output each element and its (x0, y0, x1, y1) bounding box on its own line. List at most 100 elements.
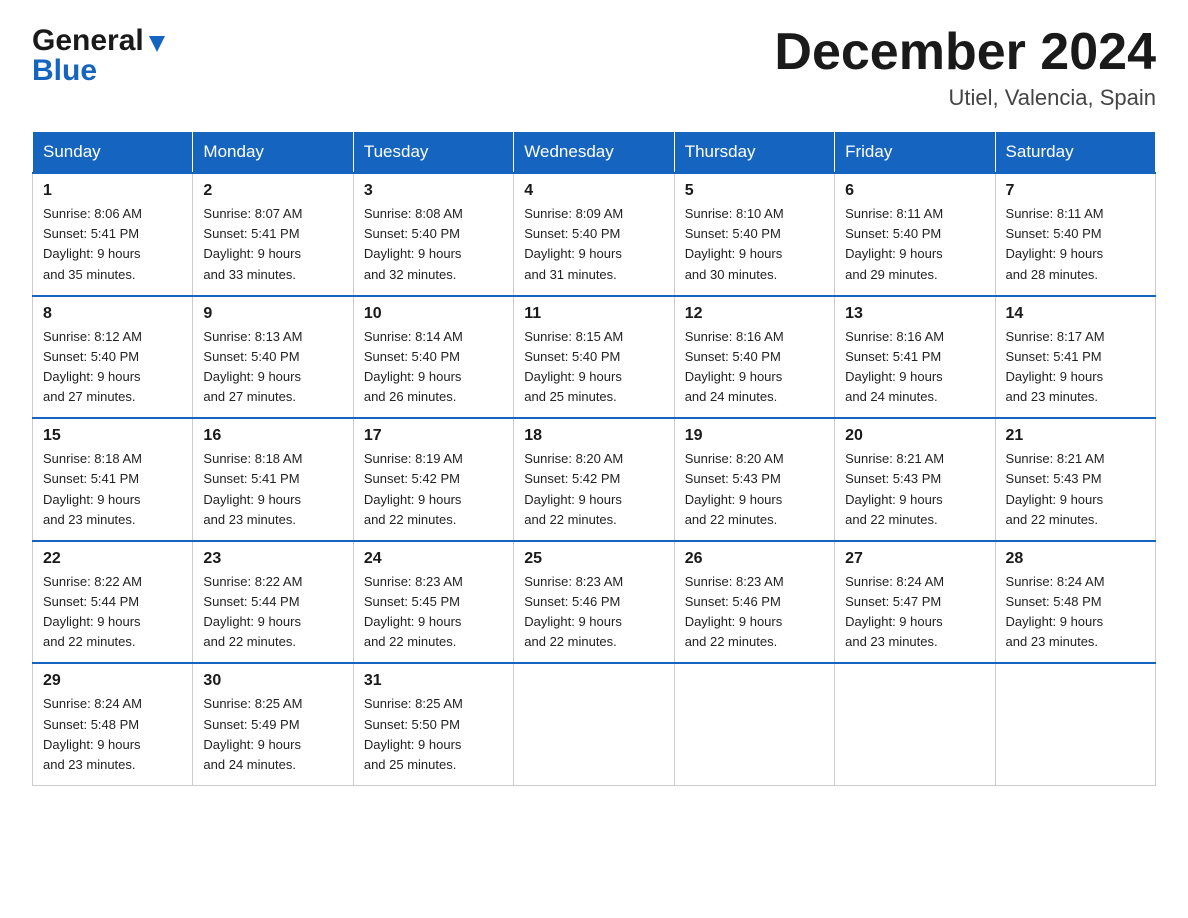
day-info: Sunrise: 8:10 AM Sunset: 5:40 PM Dayligh… (685, 204, 824, 285)
day-number: 22 (43, 550, 182, 568)
col-header-monday: Monday (193, 132, 353, 174)
day-number: 17 (364, 427, 503, 445)
day-cell-14: 14 Sunrise: 8:17 AM Sunset: 5:41 PM Dayl… (995, 296, 1155, 419)
day-info: Sunrise: 8:21 AM Sunset: 5:43 PM Dayligh… (1006, 449, 1145, 530)
day-number: 20 (845, 427, 984, 445)
day-cell-11: 11 Sunrise: 8:15 AM Sunset: 5:40 PM Dayl… (514, 296, 674, 419)
day-info: Sunrise: 8:19 AM Sunset: 5:42 PM Dayligh… (364, 449, 503, 530)
day-info: Sunrise: 8:11 AM Sunset: 5:40 PM Dayligh… (845, 204, 984, 285)
day-info: Sunrise: 8:23 AM Sunset: 5:45 PM Dayligh… (364, 572, 503, 653)
day-number: 11 (524, 305, 663, 323)
logo: General Blue (32, 24, 168, 88)
day-info: Sunrise: 8:23 AM Sunset: 5:46 PM Dayligh… (685, 572, 824, 653)
day-cell-3: 3 Sunrise: 8:08 AM Sunset: 5:40 PM Dayli… (353, 173, 513, 296)
day-cell-5: 5 Sunrise: 8:10 AM Sunset: 5:40 PM Dayli… (674, 173, 834, 296)
day-number: 19 (685, 427, 824, 445)
day-info: Sunrise: 8:18 AM Sunset: 5:41 PM Dayligh… (203, 449, 342, 530)
day-info: Sunrise: 8:13 AM Sunset: 5:40 PM Dayligh… (203, 327, 342, 408)
day-info: Sunrise: 8:24 AM Sunset: 5:48 PM Dayligh… (43, 694, 182, 775)
day-info: Sunrise: 8:25 AM Sunset: 5:50 PM Dayligh… (364, 694, 503, 775)
week-row-5: 29 Sunrise: 8:24 AM Sunset: 5:48 PM Dayl… (33, 663, 1156, 785)
day-cell-10: 10 Sunrise: 8:14 AM Sunset: 5:40 PM Dayl… (353, 296, 513, 419)
empty-cell (514, 663, 674, 785)
day-cell-9: 9 Sunrise: 8:13 AM Sunset: 5:40 PM Dayli… (193, 296, 353, 419)
col-header-tuesday: Tuesday (353, 132, 513, 174)
day-number: 4 (524, 182, 663, 200)
day-number: 12 (685, 305, 824, 323)
empty-cell (995, 663, 1155, 785)
day-cell-4: 4 Sunrise: 8:09 AM Sunset: 5:40 PM Dayli… (514, 173, 674, 296)
day-info: Sunrise: 8:12 AM Sunset: 5:40 PM Dayligh… (43, 327, 182, 408)
empty-cell (835, 663, 995, 785)
day-info: Sunrise: 8:07 AM Sunset: 5:41 PM Dayligh… (203, 204, 342, 285)
page-header: General Blue December 2024 Utiel, Valenc… (32, 24, 1156, 111)
day-cell-26: 26 Sunrise: 8:23 AM Sunset: 5:46 PM Dayl… (674, 541, 834, 664)
day-info: Sunrise: 8:24 AM Sunset: 5:48 PM Dayligh… (1006, 572, 1145, 653)
day-cell-24: 24 Sunrise: 8:23 AM Sunset: 5:45 PM Dayl… (353, 541, 513, 664)
day-info: Sunrise: 8:20 AM Sunset: 5:43 PM Dayligh… (685, 449, 824, 530)
week-row-3: 15 Sunrise: 8:18 AM Sunset: 5:41 PM Dayl… (33, 418, 1156, 541)
day-number: 8 (43, 305, 182, 323)
day-number: 21 (1006, 427, 1145, 445)
day-cell-18: 18 Sunrise: 8:20 AM Sunset: 5:42 PM Dayl… (514, 418, 674, 541)
day-info: Sunrise: 8:17 AM Sunset: 5:41 PM Dayligh… (1006, 327, 1145, 408)
day-cell-1: 1 Sunrise: 8:06 AM Sunset: 5:41 PM Dayli… (33, 173, 193, 296)
day-number: 9 (203, 305, 342, 323)
day-cell-23: 23 Sunrise: 8:22 AM Sunset: 5:44 PM Dayl… (193, 541, 353, 664)
day-number: 7 (1006, 182, 1145, 200)
day-number: 2 (203, 182, 342, 200)
week-row-2: 8 Sunrise: 8:12 AM Sunset: 5:40 PM Dayli… (33, 296, 1156, 419)
day-info: Sunrise: 8:11 AM Sunset: 5:40 PM Dayligh… (1006, 204, 1145, 285)
day-number: 5 (685, 182, 824, 200)
day-info: Sunrise: 8:23 AM Sunset: 5:46 PM Dayligh… (524, 572, 663, 653)
day-number: 28 (1006, 550, 1145, 568)
day-cell-21: 21 Sunrise: 8:21 AM Sunset: 5:43 PM Dayl… (995, 418, 1155, 541)
day-cell-25: 25 Sunrise: 8:23 AM Sunset: 5:46 PM Dayl… (514, 541, 674, 664)
day-number: 3 (364, 182, 503, 200)
day-info: Sunrise: 8:09 AM Sunset: 5:40 PM Dayligh… (524, 204, 663, 285)
day-cell-7: 7 Sunrise: 8:11 AM Sunset: 5:40 PM Dayli… (995, 173, 1155, 296)
day-cell-16: 16 Sunrise: 8:18 AM Sunset: 5:41 PM Dayl… (193, 418, 353, 541)
day-cell-12: 12 Sunrise: 8:16 AM Sunset: 5:40 PM Dayl… (674, 296, 834, 419)
day-number: 10 (364, 305, 503, 323)
day-info: Sunrise: 8:21 AM Sunset: 5:43 PM Dayligh… (845, 449, 984, 530)
day-number: 6 (845, 182, 984, 200)
day-info: Sunrise: 8:16 AM Sunset: 5:40 PM Dayligh… (685, 327, 824, 408)
day-cell-27: 27 Sunrise: 8:24 AM Sunset: 5:47 PM Dayl… (835, 541, 995, 664)
day-cell-15: 15 Sunrise: 8:18 AM Sunset: 5:41 PM Dayl… (33, 418, 193, 541)
day-cell-28: 28 Sunrise: 8:24 AM Sunset: 5:48 PM Dayl… (995, 541, 1155, 664)
day-info: Sunrise: 8:20 AM Sunset: 5:42 PM Dayligh… (524, 449, 663, 530)
day-cell-8: 8 Sunrise: 8:12 AM Sunset: 5:40 PM Dayli… (33, 296, 193, 419)
day-number: 30 (203, 672, 342, 690)
day-info: Sunrise: 8:08 AM Sunset: 5:40 PM Dayligh… (364, 204, 503, 285)
week-row-4: 22 Sunrise: 8:22 AM Sunset: 5:44 PM Dayl… (33, 541, 1156, 664)
day-number: 25 (524, 550, 663, 568)
week-row-1: 1 Sunrise: 8:06 AM Sunset: 5:41 PM Dayli… (33, 173, 1156, 296)
col-header-friday: Friday (835, 132, 995, 174)
day-cell-13: 13 Sunrise: 8:16 AM Sunset: 5:41 PM Dayl… (835, 296, 995, 419)
calendar-header-row: SundayMondayTuesdayWednesdayThursdayFrid… (33, 132, 1156, 174)
col-header-sunday: Sunday (33, 132, 193, 174)
day-number: 27 (845, 550, 984, 568)
empty-cell (674, 663, 834, 785)
day-info: Sunrise: 8:14 AM Sunset: 5:40 PM Dayligh… (364, 327, 503, 408)
day-cell-17: 17 Sunrise: 8:19 AM Sunset: 5:42 PM Dayl… (353, 418, 513, 541)
logo-blue-text: Blue (32, 54, 97, 88)
day-number: 1 (43, 182, 182, 200)
day-number: 15 (43, 427, 182, 445)
day-cell-31: 31 Sunrise: 8:25 AM Sunset: 5:50 PM Dayl… (353, 663, 513, 785)
day-info: Sunrise: 8:06 AM Sunset: 5:41 PM Dayligh… (43, 204, 182, 285)
day-number: 14 (1006, 305, 1145, 323)
month-title: December 2024 (774, 24, 1156, 81)
col-header-wednesday: Wednesday (514, 132, 674, 174)
calendar-table: SundayMondayTuesdayWednesdayThursdayFrid… (32, 131, 1156, 786)
day-number: 26 (685, 550, 824, 568)
col-header-saturday: Saturday (995, 132, 1155, 174)
title-area: December 2024 Utiel, Valencia, Spain (774, 24, 1156, 111)
day-info: Sunrise: 8:22 AM Sunset: 5:44 PM Dayligh… (43, 572, 182, 653)
day-info: Sunrise: 8:24 AM Sunset: 5:47 PM Dayligh… (845, 572, 984, 653)
day-number: 31 (364, 672, 503, 690)
day-info: Sunrise: 8:22 AM Sunset: 5:44 PM Dayligh… (203, 572, 342, 653)
logo-general-text: General (32, 24, 144, 58)
day-number: 29 (43, 672, 182, 690)
